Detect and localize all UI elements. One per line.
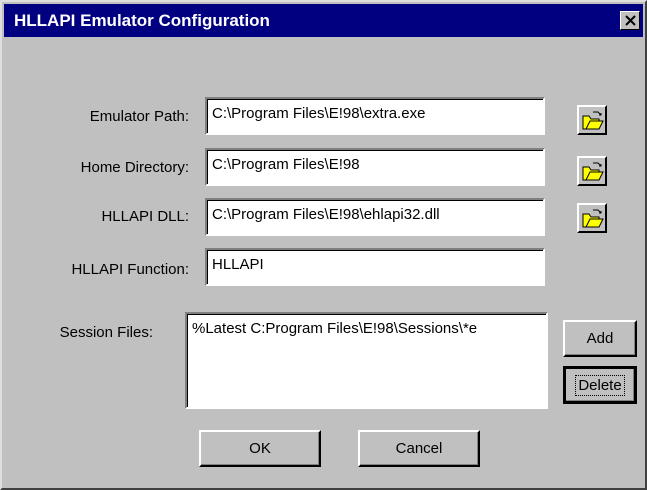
add-button-label: Add [586, 330, 614, 347]
emulator-path-field[interactable]: C:\Program Files\E!98\extra.exe [205, 97, 545, 135]
title-bar[interactable]: HLLAPI Emulator Configuration [4, 4, 643, 37]
session-files-label: Session Files: [59, 324, 153, 341]
hllapi-dll-label: HLLAPI DLL: [101, 208, 189, 225]
emulator-path-label: Emulator Path: [89, 108, 189, 125]
cancel-button[interactable]: Cancel [358, 430, 480, 467]
session-files-list[interactable]: %Latest C:Program Files\E!98\Sessions\*e [185, 312, 548, 409]
config-dialog: HLLAPI Emulator Configuration Emulator P… [0, 0, 647, 490]
delete-button[interactable]: Delete [563, 366, 637, 404]
open-folder-icon [582, 111, 604, 130]
ok-button[interactable]: OK [199, 430, 321, 467]
close-icon [625, 15, 636, 26]
add-button[interactable]: Add [563, 320, 637, 357]
browse-emulator-path-button[interactable] [577, 105, 607, 135]
open-folder-icon [582, 209, 604, 228]
home-directory-field[interactable]: C:\Program Files\E!98 [205, 148, 545, 186]
home-directory-label: Home Directory: [80, 159, 189, 176]
open-folder-icon [582, 162, 604, 181]
hllapi-function-field[interactable]: HLLAPI [205, 248, 545, 286]
ok-button-label: OK [249, 440, 271, 457]
browse-home-directory-button[interactable] [577, 156, 607, 186]
browse-hllapi-dll-button[interactable] [577, 203, 607, 233]
window-title: HLLAPI Emulator Configuration [14, 11, 270, 30]
delete-button-label: Delete [575, 374, 625, 396]
cancel-button-label: Cancel [395, 440, 443, 457]
hllapi-dll-field[interactable]: C:\Program Files\E!98\ehlapi32.dll [205, 198, 545, 236]
hllapi-function-label: HLLAPI Function: [71, 261, 189, 278]
close-button[interactable] [620, 11, 640, 30]
